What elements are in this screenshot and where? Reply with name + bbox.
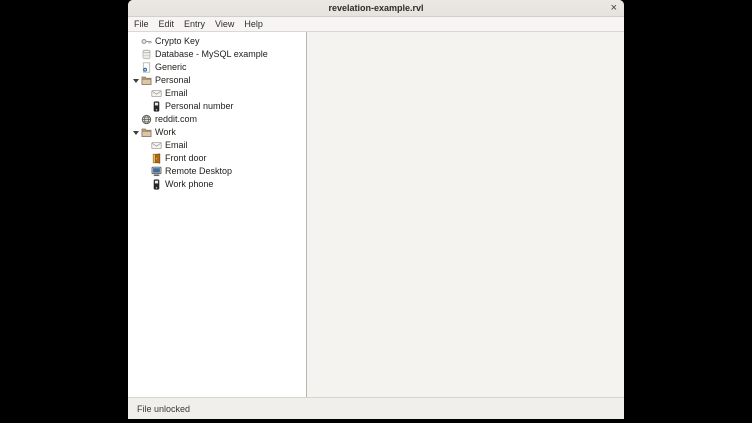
- generic-icon: [141, 62, 152, 73]
- menu-help[interactable]: Help: [239, 17, 268, 32]
- phone-icon: [151, 179, 162, 190]
- tree-item-label: Work phone: [165, 180, 213, 189]
- tree-item-label: Remote Desktop: [165, 167, 232, 176]
- expander-spacer: [133, 48, 141, 61]
- tree-row[interactable]: Email: [128, 139, 306, 152]
- door-icon: [151, 153, 162, 164]
- database-icon: [141, 49, 152, 60]
- expander-icon[interactable]: [133, 74, 141, 87]
- tree-row[interactable]: Front door: [128, 152, 306, 165]
- entry-detail-pane: [307, 32, 624, 397]
- tree-row[interactable]: Work: [128, 126, 306, 139]
- remote-desktop-icon: [151, 166, 162, 177]
- email-icon: [151, 88, 162, 99]
- tree-row[interactable]: Email: [128, 87, 306, 100]
- expander-icon[interactable]: [133, 126, 141, 139]
- phone-icon: [151, 101, 162, 112]
- tree-item-label: Generic: [155, 63, 187, 72]
- tree-item-label: Crypto Key: [155, 37, 200, 46]
- tree-row[interactable]: reddit.com: [128, 113, 306, 126]
- tree-row[interactable]: Crypto Key: [128, 35, 306, 48]
- expander-spacer: [143, 139, 151, 152]
- menu-entry[interactable]: Entry: [179, 17, 210, 32]
- tree-item-label: reddit.com: [155, 115, 197, 124]
- tree-view: Crypto Key Database - MySQL example Generi…: [128, 32, 307, 397]
- statusbar: File unlocked: [128, 397, 624, 419]
- expander-spacer: [133, 113, 141, 126]
- tree-row[interactable]: Work phone: [128, 178, 306, 191]
- tree-row[interactable]: Remote Desktop: [128, 165, 306, 178]
- titlebar[interactable]: revelation-example.rvl ×: [128, 0, 624, 17]
- expander-spacer: [133, 61, 141, 74]
- menu-view[interactable]: View: [210, 17, 239, 32]
- tree-item-label: Work: [155, 128, 176, 137]
- tree-row[interactable]: Generic: [128, 61, 306, 74]
- tree-item-label: Personal number: [165, 102, 234, 111]
- tree-item-label: Email: [165, 89, 188, 98]
- app-window: revelation-example.rvl × FileEditEntryVi…: [128, 0, 624, 419]
- expander-spacer: [143, 178, 151, 191]
- status-text: File unlocked: [137, 404, 190, 414]
- content-area: Crypto Key Database - MySQL example Generi…: [128, 32, 624, 397]
- window-title: revelation-example.rvl: [328, 4, 423, 13]
- email-icon: [151, 140, 162, 151]
- tree-item-label: Database - MySQL example: [155, 50, 268, 59]
- menu-edit[interactable]: Edit: [154, 17, 180, 32]
- tree-row[interactable]: Database - MySQL example: [128, 48, 306, 61]
- tree-item-label: Front door: [165, 154, 207, 163]
- folder-icon: [141, 75, 152, 86]
- menubar: FileEditEntryViewHelp: [128, 17, 624, 32]
- tree-item-label: Email: [165, 141, 188, 150]
- expander-spacer: [143, 165, 151, 178]
- tree-row[interactable]: Personal: [128, 74, 306, 87]
- folder-icon: [141, 127, 152, 138]
- expander-spacer: [143, 87, 151, 100]
- tree-row[interactable]: Personal number: [128, 100, 306, 113]
- menu-file[interactable]: File: [129, 17, 154, 32]
- tree-item-label: Personal: [155, 76, 191, 85]
- expander-spacer: [143, 152, 151, 165]
- close-button[interactable]: ×: [611, 0, 617, 16]
- website-icon: [141, 114, 152, 125]
- expander-spacer: [143, 100, 151, 113]
- key-icon: [141, 36, 152, 47]
- expander-spacer: [133, 35, 141, 48]
